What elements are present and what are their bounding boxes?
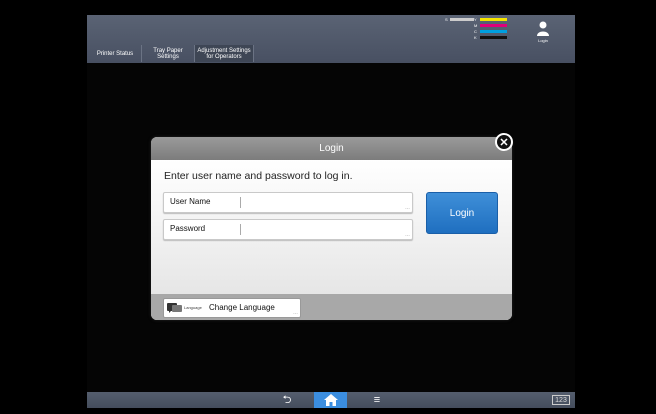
toner-k-label: K <box>474 35 477 40</box>
login-instruction: Enter user name and password to log in. <box>164 170 353 182</box>
tab-adjustment-settings[interactable]: Adjustment Settings for Operators <box>195 45 254 62</box>
dialog-footer: Language Change Language … <box>151 294 512 320</box>
back-icon[interactable]: ⮌ <box>279 393 295 407</box>
toner-m-label: M <box>474 23 478 28</box>
dialog-body: Enter user name and password to log in. … <box>151 160 512 294</box>
field-divider <box>240 197 241 208</box>
login-dialog: Login Enter user name and password to lo… <box>151 137 512 320</box>
change-language-button[interactable]: Language Change Language … <box>163 298 301 318</box>
password-label: Password <box>170 224 206 233</box>
toner-m-bar <box>480 24 507 27</box>
toner-c-bar <box>480 30 507 33</box>
language-small-label: Language <box>184 305 202 310</box>
toner-side-bar <box>450 18 474 21</box>
toner-status: S Y M C K <box>445 17 515 44</box>
more-dots-icon: … <box>405 205 410 211</box>
login-button[interactable]: Login <box>426 192 498 234</box>
more-dots-icon: … <box>405 232 410 238</box>
user-icon <box>537 21 549 36</box>
toner-y-label: Y <box>474 17 477 22</box>
menu-icon[interactable]: ≡ <box>369 393 385 407</box>
tab-printer-status[interactable]: Printer Status <box>89 45 142 62</box>
toner-y-bar <box>480 18 507 21</box>
more-dots-icon: … <box>293 310 298 316</box>
username-field[interactable]: User Name … <box>163 192 413 213</box>
password-field[interactable]: Password … <box>163 219 413 240</box>
numeric-keypad-button[interactable]: 123 <box>552 395 570 405</box>
field-divider <box>240 224 241 235</box>
close-icon[interactable]: ✕ <box>495 133 513 151</box>
change-language-label: Change Language <box>209 303 275 312</box>
toner-c-label: C <box>474 29 477 34</box>
home-button[interactable] <box>314 392 347 408</box>
language-icon <box>167 303 182 313</box>
login-header-label: Login <box>538 38 548 43</box>
tab-tray-paper-settings[interactable]: Tray Paper Settings <box>142 45 195 62</box>
username-label: User Name <box>170 197 211 206</box>
home-icon <box>323 394 338 406</box>
toner-side-label: S <box>445 17 448 22</box>
dialog-title: Login <box>151 137 512 160</box>
toner-k-bar <box>480 36 507 39</box>
